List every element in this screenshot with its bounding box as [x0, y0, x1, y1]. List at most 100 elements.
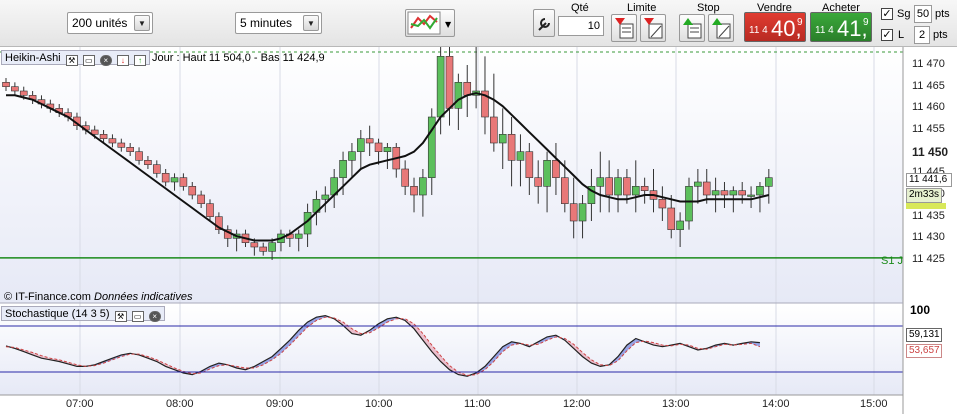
indicators-button[interactable]: ▼: [405, 9, 455, 37]
buy-price-prefix: 11 4: [815, 25, 834, 36]
candle-body: [738, 190, 747, 196]
candle-body: [356, 138, 365, 152]
stoch-panel-title: Stochastique (14 3 5): [5, 308, 110, 320]
sg-unit: pts: [935, 8, 950, 20]
window-icon[interactable]: ▭: [82, 55, 95, 66]
candle-body: [188, 186, 197, 196]
candle-body: [676, 220, 684, 230]
price-panel-title: Heikin-Ashi: [5, 52, 61, 64]
sg-checkbox[interactable]: ✓: [881, 8, 893, 20]
candle-body: [339, 160, 347, 178]
wrench-icon[interactable]: ⚒: [65, 55, 78, 66]
candle-body: [454, 82, 463, 109]
wrench-icon: [538, 18, 550, 31]
stop-buy-button[interactable]: [679, 14, 705, 42]
x-tick-label: 08:00: [166, 398, 194, 410]
candle-body: [747, 194, 755, 197]
limit-sell-button[interactable]: [640, 14, 666, 42]
x-tick-label: 14:00: [762, 398, 790, 410]
candle-body: [401, 168, 409, 187]
limit-label: Limite: [627, 2, 657, 14]
interval-select[interactable]: 5 minutes ▼: [235, 12, 322, 34]
candle-body: [419, 177, 427, 196]
limit-buy-button[interactable]: [611, 14, 637, 42]
y-tick-label: 11 450: [912, 144, 949, 159]
qty-input[interactable]: 10: [558, 16, 604, 36]
candle-body: [711, 190, 720, 196]
sg-label: Sg: [897, 8, 911, 20]
candle-body: [756, 186, 764, 196]
stoch-k-value: 59,131: [906, 328, 942, 342]
candle-body: [11, 86, 19, 92]
price-panel-header: Heikin-Ashi ⚒ ▭ × ↓ ↑: [1, 50, 150, 66]
limit-buy-icon: [615, 18, 634, 39]
svg-text:▼: ▼: [445, 20, 452, 29]
candle-body: [561, 177, 569, 204]
window-icon[interactable]: ▭: [131, 311, 144, 322]
candle-body: [543, 160, 551, 187]
candle-body: [720, 190, 729, 196]
indicators-icon: ▼: [407, 11, 452, 35]
stoch-top-tick: 100: [910, 303, 931, 317]
y-tick-label: 11 460: [912, 101, 945, 114]
day-high-low-info: Jour : Haut 11 504,0 - Bas 11 424,9: [152, 52, 325, 64]
candle-body: [108, 138, 117, 144]
limit-sell-icon: [644, 18, 663, 39]
sg-input[interactable]: 50: [914, 5, 932, 23]
x-tick-label: 12:00: [563, 398, 591, 410]
l-label: L: [898, 29, 905, 41]
stoch-panel-header: Stochastique (14 3 5) ⚒ ▭ ×: [1, 306, 165, 322]
candle-body: [206, 203, 214, 217]
chevron-down-icon[interactable]: ▼: [303, 15, 319, 31]
stop-sell-button[interactable]: [708, 14, 734, 42]
stop-label: Stop: [697, 2, 720, 14]
move-down-icon[interactable]: ↓: [116, 55, 129, 66]
candle-body: [197, 194, 205, 204]
candle-body: [463, 82, 472, 96]
candle-body: [685, 186, 693, 222]
chart-canvas[interactable]: [0, 47, 957, 414]
wrench-button[interactable]: [533, 9, 555, 37]
trading-app: 200 unités ▼ 5 minutes ▼ ▼ Qté 10 Limite: [0, 0, 957, 414]
candle-body: [99, 134, 108, 139]
x-tick-label: 07:00: [66, 398, 94, 410]
candle-body: [19, 90, 28, 96]
candle-body: [365, 138, 374, 144]
units-select[interactable]: 200 unités ▼: [67, 12, 153, 34]
candle-body: [605, 177, 613, 196]
candle-body: [525, 151, 534, 178]
candle-body: [410, 186, 418, 196]
candle-body: [569, 203, 578, 222]
candle-body: [729, 190, 738, 196]
candle-body: [117, 142, 126, 148]
interval-select-value: 5 minutes: [240, 16, 293, 30]
candle-body: [170, 177, 179, 183]
close-icon[interactable]: ×: [99, 55, 112, 66]
price-marker-bar: [906, 203, 946, 209]
chevron-down-icon[interactable]: ▼: [134, 15, 150, 31]
buy-button[interactable]: 11 4 41, 9: [810, 12, 872, 42]
move-up-icon[interactable]: ↑: [133, 55, 146, 66]
candle-body: [534, 177, 543, 187]
y-tick-label: 11 470: [912, 58, 945, 70]
last-price-tag: 11 441,6: [906, 173, 952, 187]
source-watermark-text: © IT-Finance.com: [4, 291, 91, 303]
candle-body: [2, 82, 10, 87]
x-tick-label: 15:00: [860, 398, 888, 410]
l-input[interactable]: 2: [914, 26, 930, 44]
candle-body: [631, 186, 640, 196]
candle-body: [179, 177, 188, 187]
sell-button[interactable]: 11 4 40, 9: [744, 12, 806, 42]
close-icon[interactable]: ×: [148, 311, 161, 322]
sell-price-decimal: 9: [797, 17, 803, 28]
candle-body: [552, 160, 560, 178]
candle-body: [490, 116, 498, 144]
x-tick-label: 09:00: [266, 398, 294, 410]
candle-body: [702, 181, 711, 196]
wrench-icon[interactable]: ⚒: [114, 311, 127, 322]
y-tick-label: 11 425: [912, 253, 945, 265]
l-checkbox[interactable]: ✓: [881, 29, 893, 41]
stop-buy-icon: [683, 18, 702, 39]
countdown-tag: 2m33s: [906, 188, 942, 203]
y-tick-label: 11 435: [912, 209, 945, 222]
